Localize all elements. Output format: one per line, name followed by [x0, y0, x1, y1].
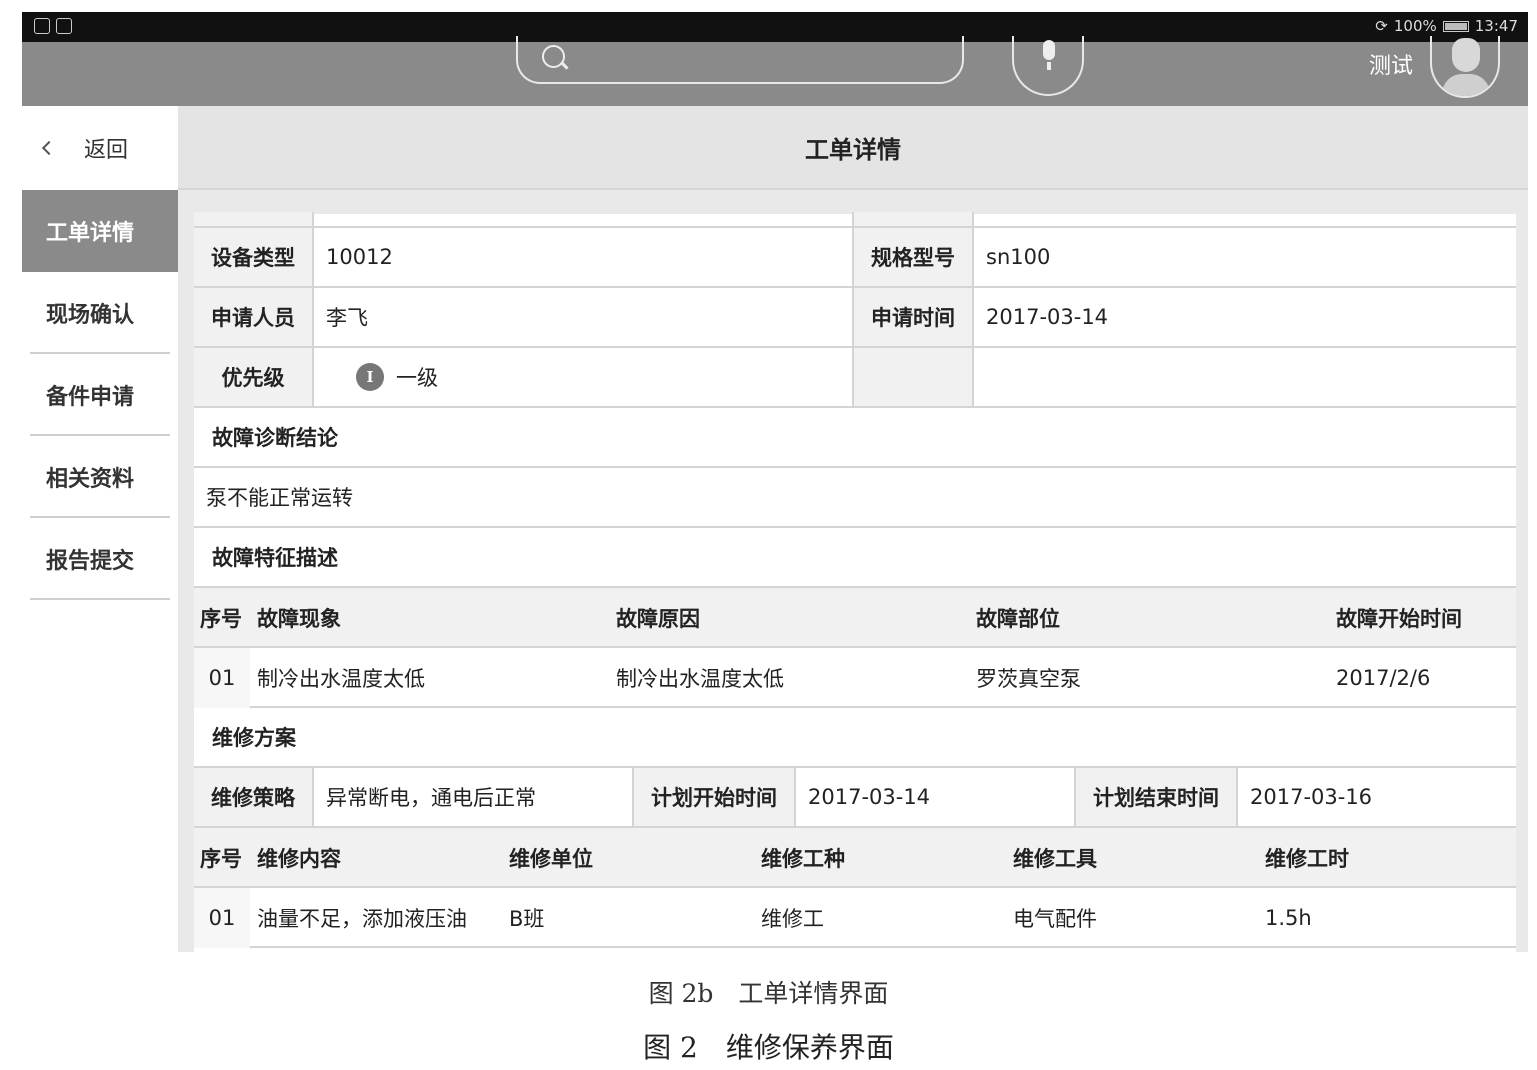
fault-cause: 制冷出水温度太低 — [616, 667, 784, 691]
table-row: 01 油量不足，添加液压油 B班 维修工 电气配件 1.5h — [194, 888, 1516, 948]
back-button[interactable]: 返回 — [22, 106, 178, 190]
column-header: 维修工种 — [761, 847, 845, 871]
microphone-icon — [1040, 40, 1058, 70]
table-row: 设备类型 10012 规格型号 sn100 — [194, 228, 1516, 288]
section-header-diagnosis: 故障诊断结论 — [194, 408, 1516, 468]
table-row: 泵不能正常运转 — [194, 468, 1516, 528]
image-icon — [56, 18, 72, 34]
plan-start-value: 2017-03-14 — [796, 768, 1076, 826]
voice-button[interactable] — [1012, 36, 1084, 96]
repair-hours: 1.5h — [1265, 906, 1312, 930]
sidebar-item-report-submit[interactable]: 报告提交 — [22, 518, 178, 600]
table-top-strip — [194, 212, 1516, 228]
clock: 13:47 — [1474, 17, 1518, 35]
repair-table-header: 序号 维修内容 维修单位 维修工种 维修工具 维修工时 — [194, 828, 1516, 888]
spec-value: sn100 — [986, 245, 1051, 269]
sidebar-item-order-detail[interactable]: 工单详情 — [22, 190, 186, 272]
avatar[interactable] — [1430, 36, 1500, 98]
sidebar-item-label: 相关资料 — [46, 467, 135, 492]
device-type-value: 10012 — [314, 228, 854, 286]
priority-value-cell: I 一级 — [314, 348, 854, 406]
apply-time-label: 申请时间 — [854, 288, 974, 346]
diagnosis-title: 故障诊断结论 — [212, 426, 338, 450]
battery-percent: 100% — [1393, 17, 1437, 35]
sidebar-item-label: 报告提交 — [46, 549, 135, 574]
page-title: 工单详情 — [178, 106, 1528, 190]
column-header: 维修工时 — [1265, 847, 1349, 871]
section-header-plan: 维修方案 — [194, 708, 1516, 768]
column-header: 故障开始时间 — [1336, 607, 1462, 631]
sidebar-item-site-confirm[interactable]: 现场确认 — [22, 272, 178, 354]
priority-value: 一级 — [396, 366, 438, 390]
search-box[interactable] — [516, 36, 964, 84]
strategy-label: 维修策略 — [194, 768, 314, 826]
rotation-icon: ⟳ — [1375, 17, 1388, 35]
spec-label: 规格型号 — [854, 228, 974, 286]
status-right: ⟳ 100% 13:47 — [1375, 17, 1518, 35]
search-icon[interactable] — [542, 45, 570, 73]
applicant-label: 申请人员 — [194, 288, 314, 346]
column-header: 故障原因 — [616, 607, 700, 631]
sidebar: 返回 工单详情 现场确认 备件申请 相关资料 报告提交 — [22, 106, 186, 952]
plan-end-label: 计划结束时间 — [1076, 768, 1238, 826]
table-row: 优先级 I 一级 — [194, 348, 1516, 408]
back-label: 返回 — [84, 138, 129, 163]
applicant-value: 李飞 — [314, 288, 854, 346]
notification-icon — [34, 18, 50, 34]
sidebar-item-related-docs[interactable]: 相关资料 — [22, 436, 178, 518]
column-header: 故障部位 — [976, 607, 1060, 631]
column-header: 维修单位 — [509, 847, 593, 871]
figure-caption: 图 2 维修保养界面 — [643, 1031, 894, 1064]
table-row: 01 制冷出水温度太低 制冷出水温度太低 罗茨真空泵 2017/2/6 — [194, 648, 1516, 708]
device-type-label: 设备类型 — [194, 228, 314, 286]
priority-label: 优先级 — [194, 348, 314, 406]
battery-icon — [1442, 20, 1469, 32]
apply-time-value: 2017-03-14 — [986, 305, 1109, 329]
table-row: 申请人员 李飞 申请时间 2017-03-14 — [194, 288, 1516, 348]
priority-level-icon: I — [356, 363, 384, 391]
repair-tool: 电气配件 — [1013, 907, 1097, 931]
section-header-fault: 故障特征描述 — [194, 528, 1516, 588]
search-input[interactable] — [578, 44, 962, 74]
column-header: 序号 — [200, 847, 242, 871]
fault-location: 罗茨真空泵 — [976, 667, 1081, 691]
plan-start-label: 计划开始时间 — [634, 768, 796, 826]
column-header: 维修工具 — [1013, 847, 1097, 871]
chevron-left-icon — [41, 140, 57, 156]
sidebar-item-label: 现场确认 — [46, 303, 135, 328]
column-header: 故障现象 — [257, 607, 341, 631]
divider — [30, 598, 170, 600]
empty-label — [854, 348, 974, 406]
app-header: 测试 — [22, 36, 1528, 106]
repair-content: 油量不足，添加液压油 — [257, 907, 467, 931]
table-row: 维修策略 异常断电，通电后正常 计划开始时间 2017-03-14 计划结束时间… — [194, 768, 1516, 828]
row-number: 01 — [194, 888, 250, 948]
status-left-icons — [34, 18, 72, 34]
sidebar-item-label: 工单详情 — [46, 221, 135, 246]
order-detail-table: 设备类型 10012 规格型号 sn100 申请人员 李飞 申请时间 2017-… — [194, 212, 1516, 952]
fault-phenomenon: 制冷出水温度太低 — [257, 667, 425, 691]
tablet-screen: ⟳ 100% 13:47 测试 返回 工单详情 现场确认 备件申请 相关资料 报… — [22, 12, 1528, 952]
fault-start-time: 2017/2/6 — [1336, 666, 1431, 690]
diagnosis-text: 泵不能正常运转 — [206, 486, 353, 510]
plan-title: 维修方案 — [212, 726, 296, 750]
column-header: 维修内容 — [257, 847, 341, 871]
sidebar-item-parts-request[interactable]: 备件申请 — [22, 354, 178, 436]
user-name: 测试 — [1369, 54, 1414, 79]
plan-end-value: 2017-03-16 — [1250, 785, 1373, 809]
row-number: 01 — [194, 648, 250, 708]
strategy-value: 异常断电，通电后正常 — [314, 768, 634, 826]
fault-title: 故障特征描述 — [212, 546, 338, 570]
figure-subcaption: 图 2b 工单详情界面 — [648, 979, 889, 1008]
sidebar-item-label: 备件申请 — [46, 385, 135, 410]
fault-table-header: 序号 故障现象 故障原因 故障部位 故障开始时间 — [194, 588, 1516, 648]
column-header: 序号 — [200, 607, 242, 631]
repair-unit: B班 — [509, 907, 545, 931]
repair-trade: 维修工 — [761, 907, 824, 931]
main-panel: 工单详情 设备类型 10012 规格型号 sn100 申请人员 李飞 申请时间 — [178, 106, 1528, 952]
empty-value — [974, 348, 1516, 406]
